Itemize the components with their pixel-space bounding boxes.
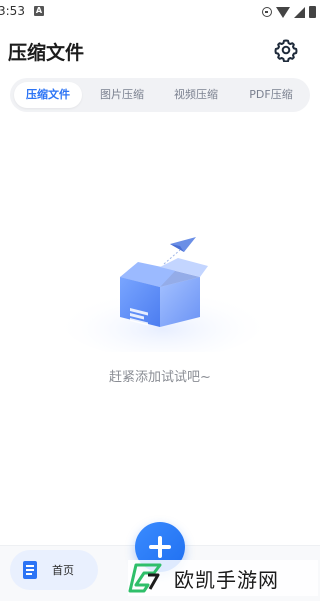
settings-button[interactable] [274, 38, 298, 63]
watermark: 欧凯手游网 [128, 560, 318, 596]
status-icons [262, 4, 316, 20]
notification-icon: A [34, 6, 44, 16]
plus-icon [149, 536, 171, 558]
watermark-logo-icon [128, 563, 162, 593]
notification-letter: A [35, 6, 43, 15]
dnd-icon [262, 7, 272, 17]
tab-video-compress[interactable]: 视频压缩 [162, 82, 230, 108]
status-time: 3:53 [0, 4, 25, 18]
empty-state-message: 赶紧添加试试吧~ [109, 370, 211, 385]
signal-icon [294, 6, 305, 18]
nav-home-label: 首页 [52, 564, 74, 577]
nav-home-button[interactable]: 首页 [10, 550, 98, 590]
wifi-icon [276, 6, 290, 18]
page-title: 压缩文件 [8, 42, 85, 64]
status-bar: 3:53 A [0, 0, 320, 24]
battery-icon [309, 6, 316, 18]
tab-pdf-compress[interactable]: PDF压缩 [236, 82, 306, 108]
tab-image-compress[interactable]: 图片压缩 [88, 82, 156, 108]
tab-compress-file[interactable]: 压缩文件 [14, 82, 82, 108]
empty-state-illustration [58, 232, 268, 358]
gear-icon [274, 39, 298, 63]
tab-bar: 压缩文件 图片压缩 视频压缩 PDF压缩 [10, 78, 310, 112]
watermark-text: 欧凯手游网 [174, 567, 279, 592]
document-icon [23, 561, 37, 579]
